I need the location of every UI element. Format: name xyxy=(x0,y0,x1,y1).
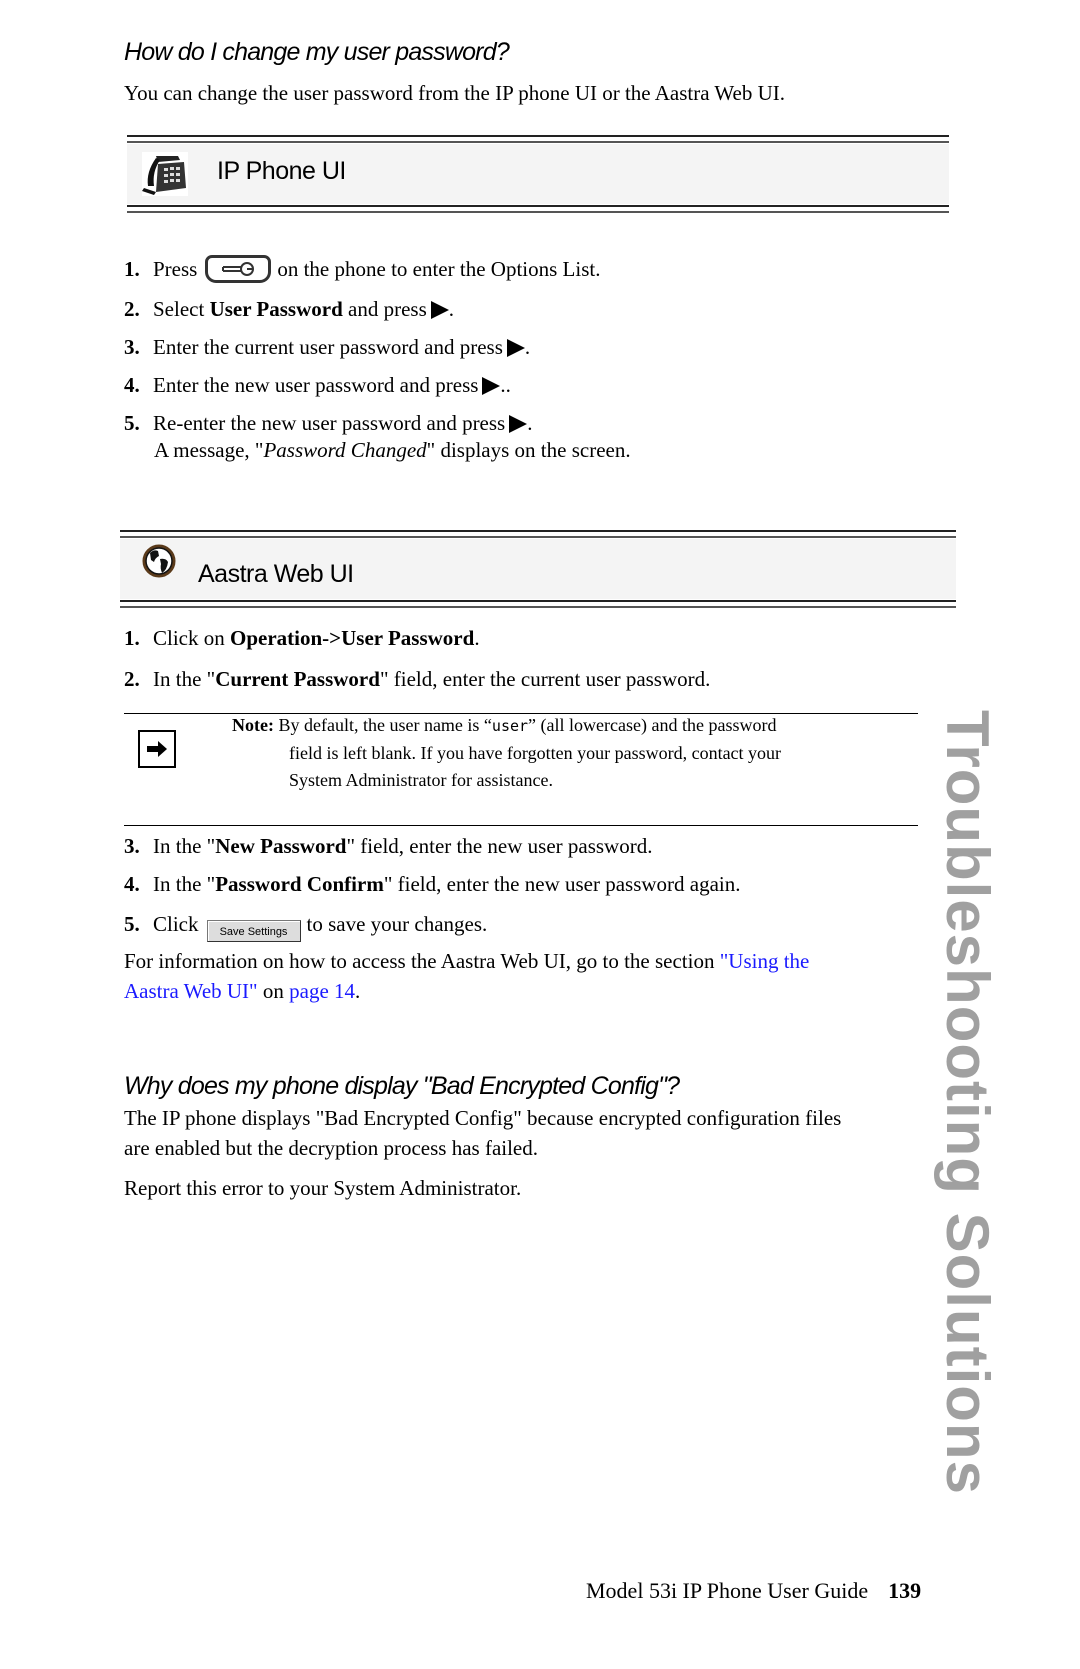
web-step-2: 2. In the "Current Password" field, enter… xyxy=(124,667,711,691)
right-arrow-key-icon xyxy=(430,301,449,319)
save-settings-button[interactable]: Save Settings xyxy=(206,920,301,942)
note-bottom-rule xyxy=(124,825,918,826)
bad-config-paragraph: The IP phone displays "Bad Encrypted Con… xyxy=(124,1106,842,1160)
note-box xyxy=(138,730,176,768)
more-info-paragraph: For information on how to access the Aas… xyxy=(124,949,810,1003)
aastra-web-ui-label: Aastra Web UI xyxy=(198,560,354,588)
page-14-link[interactable]: page 14 xyxy=(289,979,355,1003)
web-step-5: 5. Click Save Settings to save your changes… xyxy=(124,910,487,942)
page-footer: Model 53i IP Phone User Guide 139 xyxy=(586,1578,921,1604)
ip-phone-ui-label: IP Phone UI xyxy=(217,157,346,185)
ip-phone-ui-banner: IP Phone UI xyxy=(127,135,949,213)
using-web-ui-link[interactable]: "Using the xyxy=(720,949,810,973)
ip-step-1: 1. Press on the phone to enter the Options… xyxy=(124,255,601,283)
guide-title: Model 53i IP Phone User Guide xyxy=(586,1578,869,1603)
chapter-side-title: Troubleshooting Solutions xyxy=(934,710,1001,1495)
aastra-web-ui-banner: Aastra Web UI xyxy=(120,530,956,608)
page-number: 139 xyxy=(888,1578,922,1603)
ip-step-2: 2. Select User Password and press. xyxy=(124,297,454,321)
web-step-1: 1. Click on Operation->User Password. xyxy=(124,626,480,650)
right-arrow-key-icon xyxy=(482,377,501,395)
arrow-right-icon xyxy=(147,741,167,757)
globe-icon xyxy=(142,544,176,583)
using-web-ui-link-cont[interactable]: Aastra Web UI" xyxy=(124,979,258,1003)
section-heading-bad-encrypted-config: Why does my phone display "Bad Encrypted… xyxy=(124,1072,680,1100)
section-heading-change-password: How do I change my user password? xyxy=(124,38,510,66)
options-key-icon xyxy=(205,255,272,283)
report-error-paragraph: Report this error to your System Adminis… xyxy=(124,1176,522,1200)
ip-result-message: A message, "Password Changed" displays o… xyxy=(154,438,631,462)
web-step-3: 3. In the "New Password" field, enter the… xyxy=(124,834,653,858)
section-intro: You can change the user password from th… xyxy=(124,81,786,105)
web-step-4: 4. In the "Password Confirm" field, enter… xyxy=(124,872,741,896)
ip-step-4: 4. Enter the new user password and press.… xyxy=(124,373,511,397)
phone-icon xyxy=(142,152,188,201)
ip-step-3: 3. Enter the current user password and pr… xyxy=(124,335,531,359)
ip-step-5: 5. Re-enter the new user password and pre… xyxy=(124,411,533,435)
right-arrow-key-icon xyxy=(506,339,525,357)
note-text: Note: By default, the user name is “user… xyxy=(232,715,782,790)
right-arrow-key-icon xyxy=(509,415,528,433)
